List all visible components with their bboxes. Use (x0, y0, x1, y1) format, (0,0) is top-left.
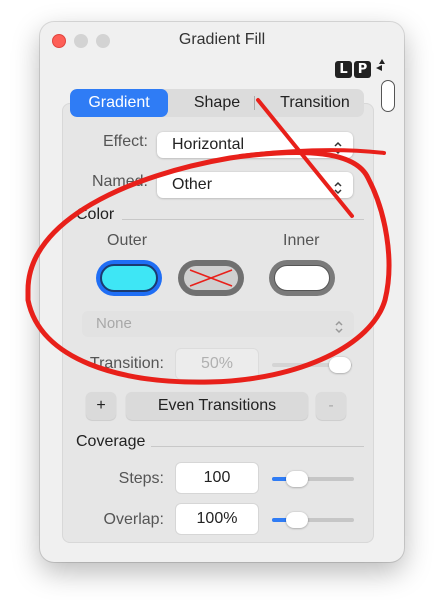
steps-label: Steps: (118, 470, 164, 487)
transition-slider-knob[interactable] (329, 357, 351, 373)
logo-letter-l: L (335, 61, 352, 78)
preset-popup[interactable]: None (82, 311, 354, 337)
scroll-pill-indicator[interactable] (381, 80, 395, 112)
pointer-arrows-icon[interactable] (375, 58, 389, 79)
overlap-slider-knob[interactable] (286, 512, 308, 528)
transition-label: Transition: (89, 355, 164, 372)
effect-value: Horizontal (172, 136, 245, 153)
steps-field[interactable]: 100 (176, 463, 258, 493)
color-section-title: Color (76, 206, 115, 223)
even-transitions-button[interactable]: Even Transitions (126, 392, 308, 420)
add-transition-button[interactable]: + (86, 392, 116, 420)
tab-shape[interactable]: Shape (168, 89, 266, 117)
popup-chevron-icon (333, 178, 343, 204)
gradient-fill-window: Gradient Fill L P Gradient Shape Transit… (40, 22, 404, 562)
tab-bar: Gradient Shape Transition (70, 89, 364, 117)
overlap-label: Overlap: (103, 511, 164, 528)
coverage-section-title: Coverage (76, 433, 146, 450)
tab-divider (254, 96, 255, 110)
window-title: Gradient Fill (178, 31, 266, 48)
lp-logo-icon: L P (335, 61, 371, 78)
steps-slider-knob[interactable] (286, 471, 308, 487)
popup-chevron-icon (334, 317, 344, 343)
remove-transition-button[interactable]: - (316, 392, 346, 420)
named-popup[interactable]: Other (157, 172, 353, 198)
inner-color-label: Inner (283, 232, 320, 249)
color-divider (122, 219, 364, 220)
outer-color-well[interactable] (96, 260, 162, 296)
outer-color-label: Outer (107, 232, 148, 249)
preset-value: None (96, 315, 132, 332)
effect-label: Effect: (102, 133, 148, 150)
named-value: Other (172, 176, 213, 193)
middle-color-well[interactable] (178, 260, 244, 296)
outer-color-swatch (100, 264, 158, 292)
named-label: Named: (91, 173, 148, 190)
transition-field[interactable]: 50% (176, 349, 258, 379)
inner-color-swatch (274, 265, 330, 291)
coverage-divider (151, 446, 364, 447)
popup-chevron-icon (333, 138, 343, 164)
overlap-field[interactable]: 100% (176, 504, 258, 534)
effect-popup[interactable]: Horizontal (157, 132, 353, 158)
tab-transition[interactable]: Transition (266, 89, 364, 117)
no-color-swatch (184, 266, 238, 290)
tab-gradient[interactable]: Gradient (70, 89, 168, 117)
inner-color-well[interactable] (269, 260, 335, 296)
logo-letter-p: P (354, 61, 371, 78)
